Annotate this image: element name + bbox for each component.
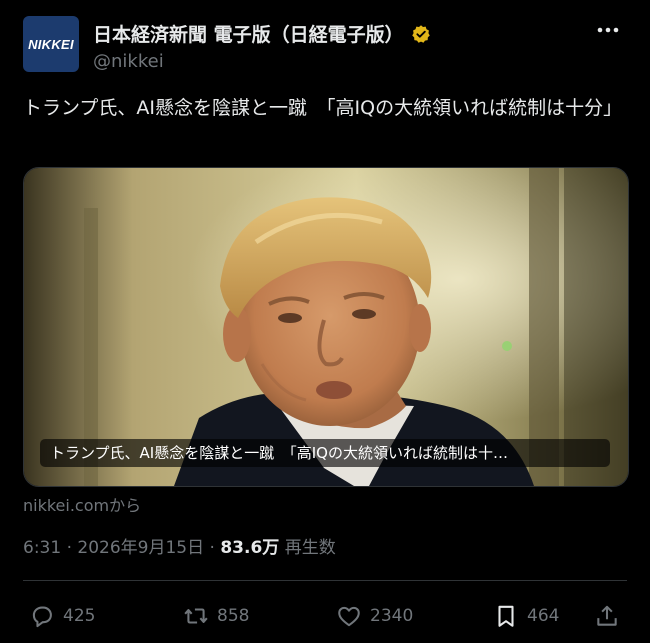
reply-count: 425: [63, 606, 96, 626]
repost-icon: [184, 608, 208, 624]
meta-separator: ·: [204, 538, 221, 558]
bookmark-button[interactable]: 464: [493, 603, 559, 629]
source-link[interactable]: nikkei.comから: [23, 492, 141, 516]
post: NIKKEI 日本経済新聞 電子版（日経電子版） @nikkei トランプ氏、A…: [0, 0, 650, 643]
views-count: 83.6万: [220, 538, 280, 558]
bookmark-icon: [498, 605, 514, 627]
post-header: NIKKEI 日本経済新聞 電子版（日経電子版） @nikkei: [23, 16, 630, 76]
meta-separator: ·: [61, 538, 78, 558]
repost-count: 858: [217, 606, 250, 626]
post-date[interactable]: 2026年9月15日: [77, 538, 204, 558]
display-name[interactable]: 日本経済新聞 電子版（日経電子版）: [93, 20, 404, 47]
bookmark-count: 464: [527, 606, 560, 626]
repost-button[interactable]: 858: [183, 603, 249, 629]
post-text: トランプ氏、AI懸念を陰謀と一蹴 「高IQの大統領いれば統制は十分」: [23, 97, 623, 119]
post-time[interactable]: 6:31: [23, 538, 61, 558]
name-row: 日本経済新聞 電子版（日経電子版）: [93, 20, 431, 47]
like-icon: [338, 606, 360, 627]
reply-icon: [32, 606, 52, 628]
action-bar: 425 858 2340 464: [23, 603, 627, 633]
share-icon: [597, 605, 617, 626]
more-icon: [597, 27, 619, 33]
handle[interactable]: @nikkei: [93, 51, 164, 72]
avatar[interactable]: NIKKEI: [23, 16, 79, 72]
views-label: 再生数: [279, 538, 336, 558]
reply-button[interactable]: 425: [29, 603, 95, 629]
card-caption: トランプ氏、AI懸念を陰謀と一蹴 「高IQの大統領いれば統制は十…: [40, 439, 610, 467]
like-count: 2340: [370, 606, 414, 626]
link-card[interactable]: トランプ氏、AI懸念を陰謀と一蹴 「高IQの大統領いれば統制は十…: [23, 167, 629, 487]
like-button[interactable]: 2340: [336, 603, 413, 629]
more-button[interactable]: [594, 18, 622, 42]
post-meta: 6:31 · 2026年9月15日 · 83.6万 再生数: [23, 533, 336, 558]
avatar-logo-text: NIKKEI: [28, 36, 74, 52]
share-button[interactable]: [594, 603, 620, 629]
divider: [23, 580, 627, 581]
verified-badge-icon[interactable]: [411, 24, 431, 44]
